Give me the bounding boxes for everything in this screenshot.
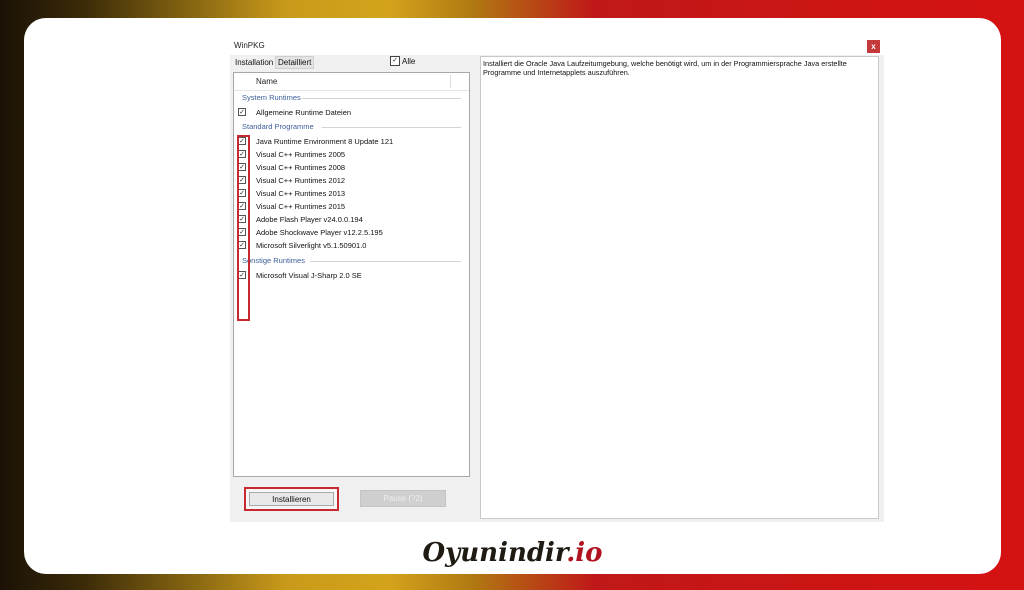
column-name-label: Name	[256, 77, 278, 86]
tab-detailliert[interactable]: Detailliert	[275, 56, 315, 69]
screenshot-card: WinPKG x Installation Detailliert ✓ Alle…	[24, 18, 1001, 574]
checkbox[interactable]: ✓	[238, 108, 246, 116]
description-panel: Installiert die Oracle Java Laufzeitumge…	[480, 56, 879, 519]
list-item[interactable]: ✓ Visual C++ Runtimes 2005	[238, 148, 345, 160]
group-label-standard-programme: Standard Programme	[242, 122, 314, 131]
list-item-label: Adobe Shockwave Player v12.2.5.195	[256, 227, 383, 237]
list-item[interactable]: ✓ Microsoft Visual J-Sharp 2.0 SE	[238, 269, 362, 281]
group-label-system-runtimes: System Runtimes	[242, 93, 301, 102]
column-separator	[450, 75, 451, 88]
list-item[interactable]: ✓ Adobe Shockwave Player v12.2.5.195	[238, 226, 383, 238]
winpkg-dialog: WinPKG x Installation Detailliert ✓ Alle…	[230, 38, 884, 522]
list-item[interactable]: ✓ Visual C++ Runtimes 2012	[238, 174, 345, 186]
list-item[interactable]: ✓ Java Runtime Environment 8 Update 121	[238, 135, 393, 147]
list-column-header[interactable]: Name	[234, 73, 469, 91]
window-title: WinPKG	[234, 41, 265, 50]
checkbox-highlight-box	[237, 135, 250, 321]
tab-bar: Installation Detailliert ✓ Alle	[230, 56, 478, 70]
list-item-label: Microsoft Silverlight v5.1.50901.0	[256, 240, 367, 250]
select-all-checkbox[interactable]: ✓ Alle	[390, 56, 415, 66]
list-item-label: Java Runtime Environment 8 Update 121	[256, 136, 394, 146]
pause-button[interactable]: Pause (?2)	[360, 490, 446, 507]
list-item[interactable]: ✓ Adobe Flash Player v24.0.0.194	[238, 213, 363, 225]
group-divider	[310, 261, 461, 262]
watermark-text: Oyunindir	[422, 538, 567, 568]
install-button[interactable]: Installieren	[244, 487, 339, 511]
watermark-logo: Oyunindir.io	[24, 538, 1001, 568]
select-all-label: Alle	[402, 56, 416, 66]
runtime-list[interactable]: Name System Runtimes ✓ Allgemeine Runtim…	[233, 72, 470, 477]
close-icon: x	[871, 42, 876, 51]
group-divider	[302, 98, 461, 99]
list-item-label: Visual C++ Runtimes 2005	[256, 149, 346, 159]
list-item-label: Visual C++ Runtimes 2013	[256, 188, 346, 198]
list-item-label: Visual C++ Runtimes 2008	[256, 162, 346, 172]
tab-installation[interactable]: Installation	[233, 57, 275, 68]
watermark-domain: .io	[566, 538, 603, 568]
pause-button-label: Pause (?2)	[383, 494, 423, 503]
list-item[interactable]: ✓ Microsoft Silverlight v5.1.50901.0	[238, 239, 366, 251]
list-item-label: Visual C++ Runtimes 2015	[256, 201, 346, 211]
group-label-sonstige-runtimes: Sonstige Runtimes	[242, 256, 305, 265]
list-item-label: Adobe Flash Player v24.0.0.194	[256, 214, 363, 224]
list-item-label: Microsoft Visual J-Sharp 2.0 SE	[256, 270, 362, 280]
checkmark-icon: ✓	[390, 56, 400, 66]
list-item-label: Allgemeine Runtime Dateien	[256, 107, 352, 117]
group-divider	[322, 127, 461, 128]
list-item[interactable]: ✓ Visual C++ Runtimes 2008	[238, 161, 345, 173]
list-item[interactable]: ✓ Visual C++ Runtimes 2015	[238, 200, 345, 212]
list-item[interactable]: ✓ Visual C++ Runtimes 2013	[238, 187, 345, 199]
description-text: Installiert die Oracle Java Laufzeitumge…	[483, 59, 847, 77]
title-bar: WinPKG x	[230, 38, 884, 55]
list-item-label: Visual C++ Runtimes 2012	[256, 175, 346, 185]
close-button[interactable]: x	[867, 40, 880, 53]
install-button-label: Installieren	[272, 495, 311, 504]
list-item[interactable]: ✓ Allgemeine Runtime Dateien	[238, 106, 351, 118]
